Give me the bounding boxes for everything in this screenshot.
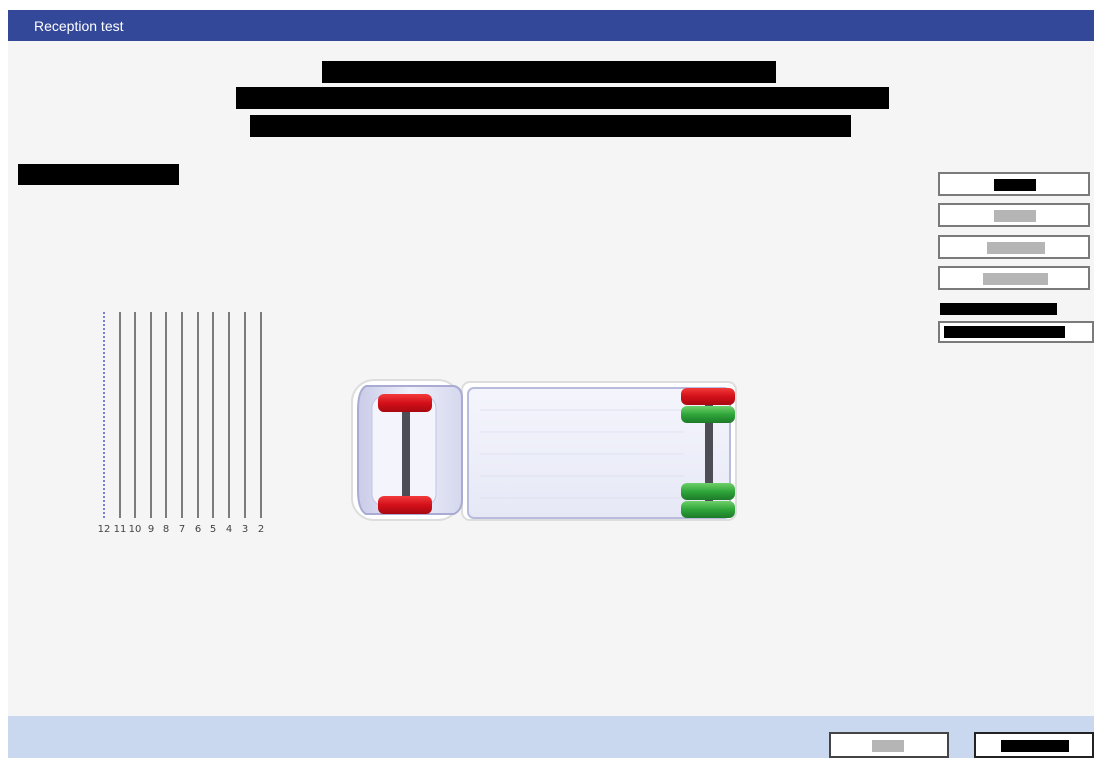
side-button-3-label (987, 242, 1045, 254)
footer-button-secondary[interactable] (829, 732, 949, 758)
title-bar: Reception test (8, 10, 1094, 41)
redacted-instruction-line-1 (322, 61, 776, 83)
side-button-1[interactable] (938, 172, 1090, 196)
reception-test-window: Reception test 12 11 10 9 8 7 6 5 4 3 2 (8, 10, 1094, 758)
side-button-3[interactable] (938, 235, 1090, 259)
rear-right-inner-wheel (681, 483, 735, 500)
rear-right-outer-wheel (681, 501, 735, 518)
footer-bar (8, 716, 1094, 758)
footer-button-primary-label (1001, 740, 1069, 752)
redacted-section-label (18, 164, 179, 185)
side-button-2-label (994, 210, 1036, 222)
vehicle-diagram (351, 379, 737, 521)
front-axle (402, 404, 410, 500)
position-scale: 12 11 10 9 8 7 6 5 4 3 2 (96, 310, 276, 542)
side-input-value (944, 326, 1065, 338)
rear-left-inner-wheel (681, 406, 735, 423)
redacted-instruction-line-2 (236, 87, 889, 109)
vehicle-top-view (344, 370, 738, 522)
rear-left-outer-wheel (681, 388, 735, 405)
side-button-1-label (994, 179, 1036, 191)
side-button-4-label (983, 273, 1048, 285)
footer-button-secondary-label (872, 740, 904, 752)
scale-label-2: 2 (257, 524, 265, 535)
window-title: Reception test (34, 18, 124, 34)
side-button-4[interactable] (938, 266, 1090, 290)
front-right-wheel (378, 496, 432, 514)
redacted-field-label (940, 303, 1057, 315)
redacted-instruction-line-3 (250, 115, 851, 137)
side-input-field[interactable] (938, 321, 1094, 343)
side-button-2[interactable] (938, 203, 1090, 227)
front-left-wheel (378, 394, 432, 412)
footer-button-primary[interactable] (974, 732, 1094, 758)
scale-lines (103, 312, 262, 518)
